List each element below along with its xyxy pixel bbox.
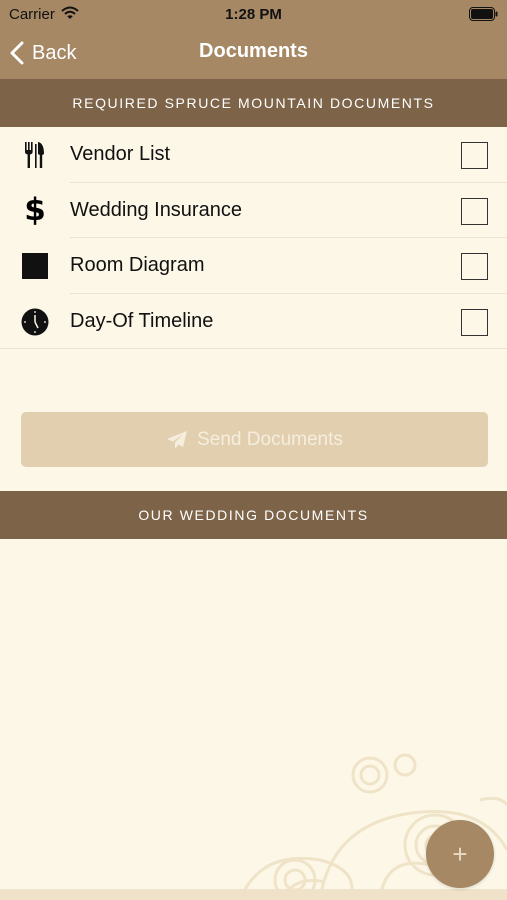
paper-plane-icon — [167, 430, 188, 449]
navigation-bar: Back Documents — [0, 28, 507, 79]
vendor-list-checkbox[interactable] — [461, 142, 488, 169]
document-label: Wedding Insurance — [70, 198, 242, 221]
battery-icon — [469, 7, 499, 25]
document-row-day-of-timeline[interactable]: Day-Of Timeline — [0, 294, 507, 349]
required-documents-list: Vendor List $ Wedding Insurance Room Dia… — [0, 127, 507, 349]
document-label: Room Diagram — [70, 254, 205, 276]
send-documents-label: Send Documents — [197, 428, 343, 450]
day-of-timeline-checkbox[interactable] — [461, 308, 488, 336]
our-wedding-documents-header: OUR WEDDING DOCUMENTS — [0, 491, 507, 539]
dollar-icon: $ — [24, 192, 46, 228]
clock-icon — [20, 307, 50, 337]
send-documents-button[interactable]: Send Documents — [21, 412, 488, 467]
document-row-room-diagram[interactable]: Room Diagram — [0, 238, 507, 294]
document-label: Vendor List — [70, 143, 171, 165]
required-documents-header: REQUIRED SPRUCE MOUNTAIN DOCUMENTS — [0, 79, 507, 127]
document-label: Day-Of Timeline — [70, 309, 214, 332]
fork-knife-icon — [20, 140, 50, 170]
document-row-vendor-list[interactable]: Vendor List — [0, 127, 507, 183]
square-icon — [20, 251, 50, 281]
wedding-insurance-checkbox[interactable] — [461, 197, 488, 225]
room-diagram-checkbox[interactable] — [461, 253, 488, 280]
status-time: 1:28 PM — [225, 6, 282, 23]
bottom-strip — [0, 889, 507, 900]
row-divider — [0, 348, 507, 349]
page-title: Documents — [199, 40, 308, 62]
status-bar: Carrier 1:28 PM — [0, 0, 507, 28]
header: Carrier 1:28 PM Back Documents — [0, 0, 507, 79]
add-document-button[interactable]: + — [426, 820, 494, 888]
document-row-wedding-insurance[interactable]: $ Wedding Insurance — [0, 183, 507, 238]
